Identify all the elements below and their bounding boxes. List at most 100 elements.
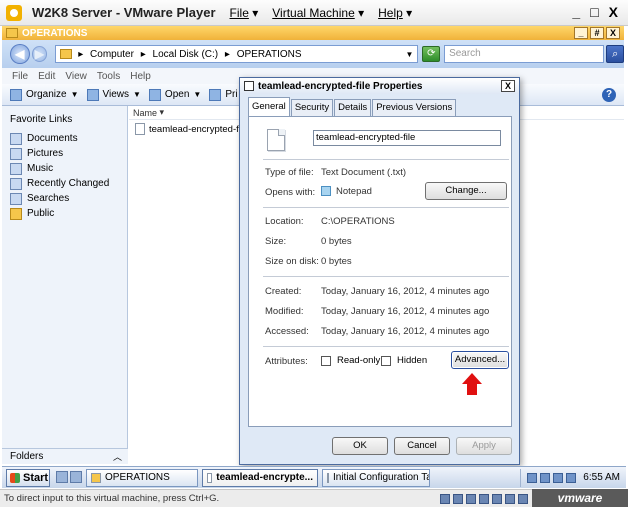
tab-previous-versions[interactable]: Previous Versions (372, 99, 457, 116)
hidden-checkbox[interactable]: Hidden (381, 355, 427, 366)
favorite-link-recently-changed[interactable]: Recently Changed (10, 176, 127, 191)
vmware-menu-file[interactable]: File ▾ (230, 6, 259, 20)
favorite-link-documents[interactable]: Documents (10, 131, 127, 146)
separator (263, 276, 509, 277)
tab-general[interactable]: General (248, 97, 290, 116)
refresh-button[interactable]: ⟳ (422, 46, 441, 62)
tray-volume-icon[interactable] (540, 472, 551, 483)
vmware-close-button[interactable]: X (609, 4, 618, 20)
accessed-label: Accessed: (265, 326, 309, 337)
views-button[interactable]: Views ▼ (86, 88, 141, 101)
clock[interactable]: 6:55 AM (583, 472, 620, 483)
created-label: Created: (265, 286, 302, 297)
taskbar: Start OPERATIONS teamlead-encrypte... In… (2, 466, 626, 488)
red-arrow-up-icon (462, 373, 482, 395)
text-file-icon (244, 81, 254, 91)
size-on-disk-label: Size on disk: (265, 256, 319, 267)
favorite-link-searches[interactable]: Searches (10, 191, 127, 206)
favorite-link-pictures[interactable]: Pictures (10, 146, 127, 161)
tab-details[interactable]: Details (334, 99, 372, 116)
show-desktop-icon[interactable] (70, 470, 82, 483)
ok-button[interactable]: OK (332, 437, 388, 455)
server-manager-icon[interactable] (56, 470, 68, 483)
explorer-title-bar: OPERATIONS _ # X (2, 26, 624, 40)
recently-changed-icon (10, 177, 22, 190)
hard-disk-icon[interactable] (440, 493, 450, 504)
back-button[interactable]: ◀ (10, 44, 30, 64)
text-file-icon (207, 472, 213, 483)
cancel-button[interactable]: Cancel (394, 437, 450, 455)
notepad-icon (321, 186, 331, 197)
breadcrumb-computer[interactable]: Computer (90, 49, 134, 60)
network-adapter-icon[interactable] (479, 493, 489, 504)
file-name-field[interactable]: teamlead-encrypted-file (313, 130, 501, 146)
system-tray: 6:55 AM (520, 468, 626, 487)
accessed-value: Today, January 16, 2012, 4 minutes ago (321, 326, 490, 337)
views-icon (86, 88, 99, 101)
tray-network-icon[interactable] (527, 472, 538, 483)
vmware-app-title: W2K8 Server - VMware Player (32, 5, 216, 20)
menu-help[interactable]: Help (130, 71, 151, 82)
documents-icon (10, 132, 22, 145)
print-button[interactable]: Pri (209, 88, 238, 101)
read-only-checkbox[interactable]: Read-only (321, 355, 380, 366)
vmware-maximize-button[interactable]: □ (590, 4, 598, 20)
cd-drive-icon[interactable] (453, 493, 463, 504)
location-label: Location: (265, 216, 304, 227)
floppy-icon[interactable] (466, 493, 476, 504)
tray-monitor-icon[interactable] (553, 472, 564, 483)
type-value: Text Document (.txt) (321, 167, 406, 178)
explorer-close-button[interactable]: X (606, 27, 620, 39)
explorer-minimize-button[interactable]: _ (574, 27, 588, 39)
taskbar-item-properties[interactable]: teamlead-encrypte... (202, 468, 318, 487)
search-input[interactable]: Search (444, 45, 605, 63)
opens-with-label: Opens with: (265, 187, 316, 198)
folders-toggle[interactable]: Folders ︿ (2, 448, 128, 464)
size-label: Size: (265, 236, 287, 247)
change-button[interactable]: Change... (425, 182, 507, 200)
search-icon[interactable]: ⌕ (606, 45, 624, 63)
taskbar-item-initial-configuration[interactable]: Initial Configuration Tasks (322, 468, 430, 487)
forward-button[interactable]: ▶ (31, 46, 48, 62)
menu-tools[interactable]: Tools (97, 71, 120, 82)
apply-button[interactable]: Apply (456, 437, 512, 455)
vmware-menu: File ▾ Virtual Machine ▾ Help ▾ (230, 6, 427, 20)
vmware-title-bar: W2K8 Server - VMware Player File ▾ Virtu… (0, 0, 628, 26)
organize-button[interactable]: Organize ▼ (10, 88, 79, 101)
explorer-maximize-button[interactable]: # (590, 27, 604, 39)
folder-icon (6, 28, 18, 38)
dialog-close-button[interactable]: X (501, 80, 515, 92)
pictures-icon (10, 147, 22, 160)
breadcrumb-operations[interactable]: OPERATIONS (237, 49, 302, 60)
menu-view[interactable]: View (65, 71, 87, 82)
tab-security[interactable]: Security (290, 99, 334, 116)
printer-icon (209, 88, 222, 101)
size-value: 0 bytes (321, 236, 352, 247)
created-value: Today, January 16, 2012, 4 minutes ago (321, 286, 490, 297)
vmware-menu-help[interactable]: Help ▾ (378, 6, 412, 20)
music-icon (10, 162, 22, 175)
start-button[interactable]: Start (6, 468, 50, 487)
breadcrumb-local-disk[interactable]: Local Disk (C:) (153, 49, 219, 60)
favorite-link-public[interactable]: Public (10, 206, 127, 221)
tray-security-icon[interactable] (566, 472, 577, 483)
vmware-logo-icon (6, 4, 22, 21)
properties-dialog: teamlead-encrypted-file Properties X Gen… (239, 77, 520, 465)
help-icon[interactable]: ? (602, 88, 616, 102)
display-icon[interactable] (518, 493, 528, 504)
open-button[interactable]: Open ▼ (148, 88, 201, 101)
folder-icon (91, 472, 101, 483)
favorite-link-music[interactable]: Music (10, 161, 127, 176)
chevron-up-icon: ︿ (112, 452, 122, 462)
address-dropdown-icon[interactable]: ▼ (406, 50, 414, 59)
sound-icon[interactable] (505, 493, 515, 504)
menu-file[interactable]: File (12, 71, 28, 82)
vmware-minimize-button[interactable]: _ (572, 4, 580, 20)
menu-edit[interactable]: Edit (38, 71, 55, 82)
address-input[interactable]: ▸ Computer ▸ Local Disk (C:) ▸ OPERATION… (55, 45, 419, 63)
taskbar-item-operations[interactable]: OPERATIONS (86, 468, 198, 487)
advanced-button[interactable]: Advanced... (451, 351, 509, 369)
vmware-menu-virtual-machine[interactable]: Virtual Machine ▾ (272, 6, 364, 20)
breadcrumb: ▸ Computer ▸ Local Disk (C:) ▸ OPERATION… (78, 48, 302, 60)
usb-icon[interactable] (492, 493, 502, 504)
